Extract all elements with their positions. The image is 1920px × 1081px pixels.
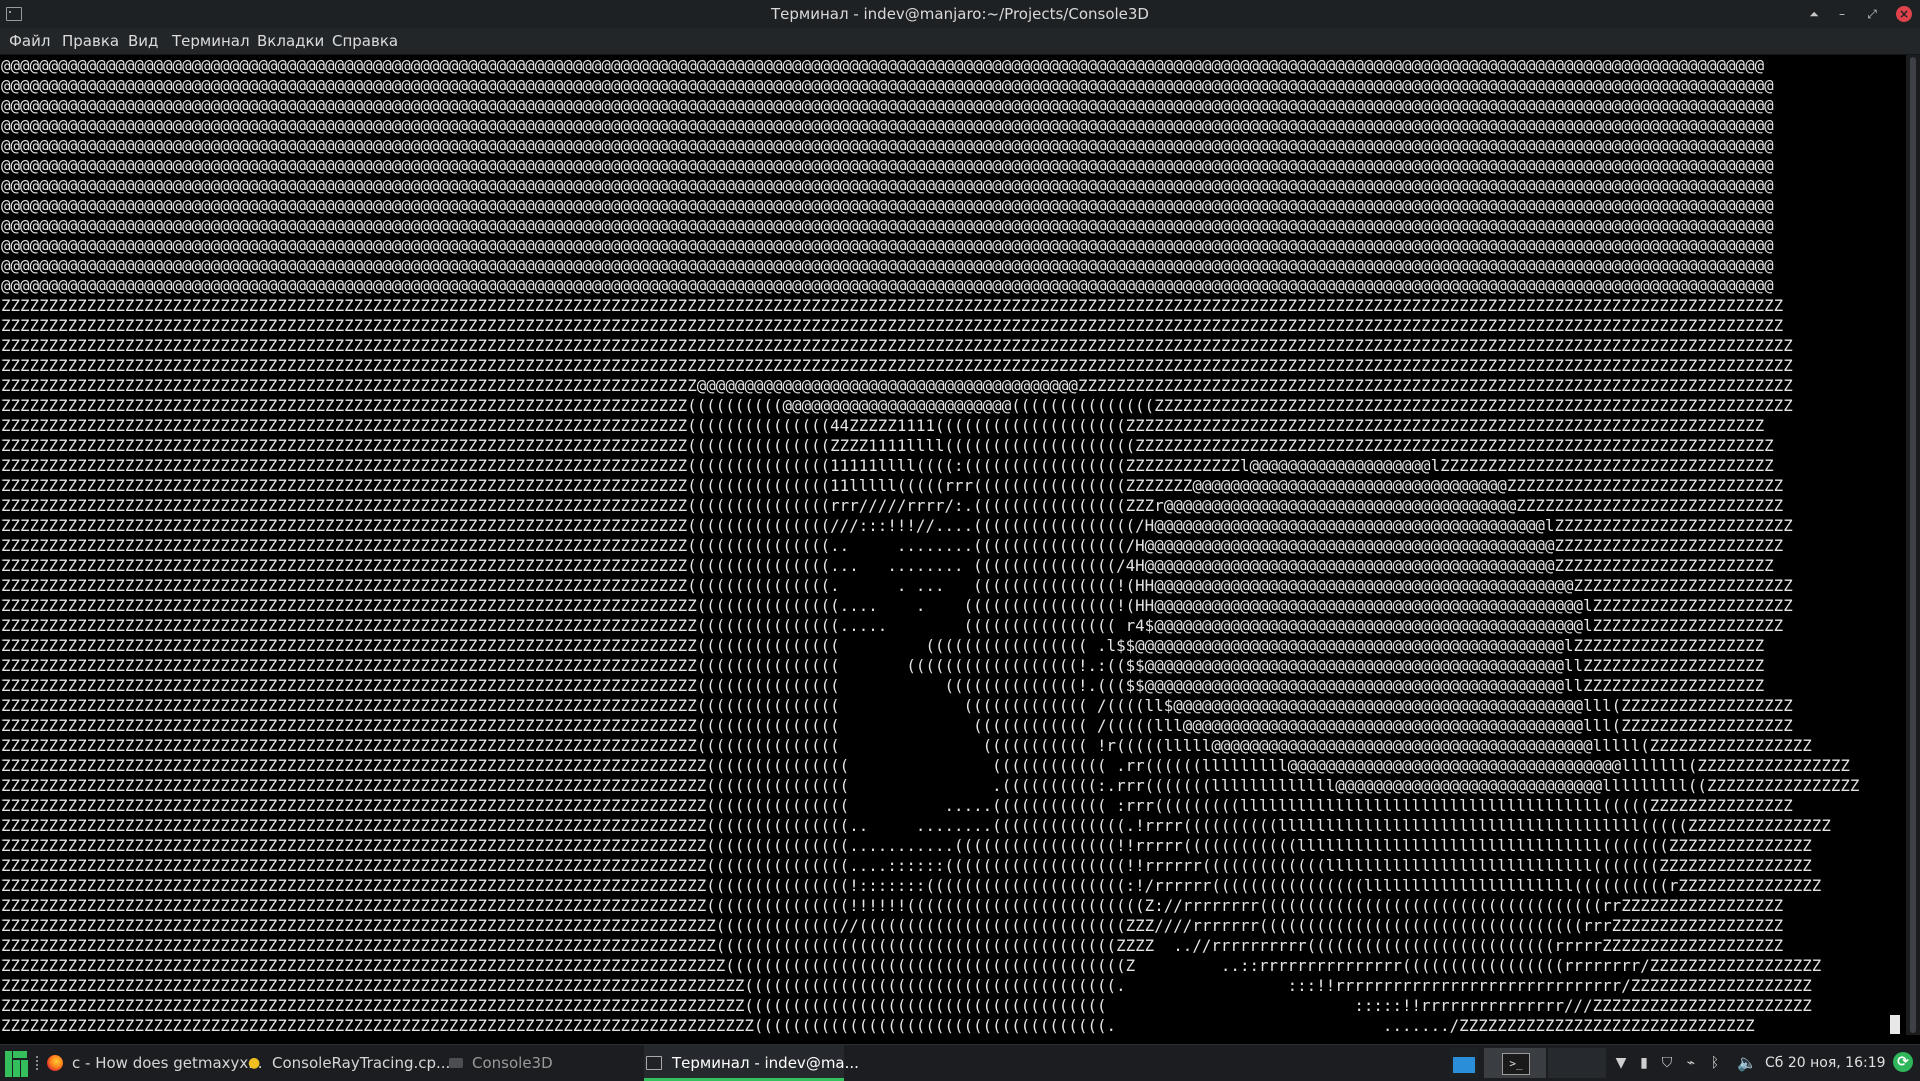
window-titlebar[interactable]: Терминал - indev@manjaro:~/Projects/Cons…: [0, 0, 1920, 28]
shield-icon[interactable]: ⛉: [1660, 1055, 1674, 1071]
terminal-text: @@@@@@@@@@@@@@@@@@@@@@@@@@@@@@@@@@@@@@@@…: [1, 56, 1860, 1035]
taskbar-separator: [36, 1056, 41, 1070]
bluetooth-icon[interactable]: ᛒ: [1708, 1055, 1722, 1071]
editor-icon: ●: [248, 1055, 261, 1071]
menu-file[interactable]: Файл: [9, 28, 50, 54]
taskbar: c - How does getmaxyx... ● ConsoleRayTra…: [0, 1044, 1920, 1081]
window-title: Терминал - indev@manjaro:~/Projects/Cons…: [770, 5, 1149, 23]
workspace-1[interactable]: [1450, 1048, 1478, 1078]
task-terminal[interactable]: Терминал - indev@ma...: [672, 1045, 859, 1081]
volume-icon[interactable]: 🔈: [1737, 1055, 1757, 1071]
network-icon[interactable]: ▼: [1614, 1055, 1628, 1071]
workspace-2[interactable]: >_: [1484, 1048, 1546, 1078]
update-icon[interactable]: ⟳: [1893, 1052, 1913, 1072]
menu-edit[interactable]: Правка: [62, 28, 119, 54]
terminal-output[interactable]: @@@@@@@@@@@@@@@@@@@@@@@@@@@@@@@@@@@@@@@@…: [0, 55, 1906, 1035]
task-firefox[interactable]: c - How does getmaxyx...: [72, 1045, 263, 1081]
minimize-button[interactable]: –: [1834, 6, 1850, 22]
firefox-icon: [47, 1055, 63, 1071]
menu-view[interactable]: Вид: [128, 28, 158, 54]
terminal-scrollbar[interactable]: [1906, 55, 1920, 1035]
manjaro-menu-icon[interactable]: [3, 1051, 29, 1077]
keep-above-button[interactable]: ⏶: [1806, 6, 1822, 22]
terminal-cursor: [1890, 1015, 1900, 1034]
task-file-manager[interactable]: Console3D: [472, 1045, 553, 1081]
folder-icon: [449, 1058, 463, 1068]
terminal-icon: [646, 1056, 662, 1070]
menu-bar: Файл Правка Вид Терминал Вкладки Справка: [0, 28, 1920, 55]
paperclip-icon[interactable]: ⌁: [1684, 1055, 1698, 1071]
battery-icon[interactable]: ▮: [1637, 1055, 1651, 1071]
menu-tabs[interactable]: Вкладки: [257, 28, 324, 54]
maximize-button[interactable]: ⤢: [1864, 6, 1880, 22]
workspace-3[interactable]: [1548, 1048, 1606, 1078]
menu-terminal[interactable]: Терминал: [172, 28, 250, 54]
close-button[interactable]: ×: [1896, 6, 1912, 22]
clock[interactable]: Сб 20 ноя, 16:19: [1765, 1045, 1886, 1081]
scrollbar-thumb[interactable]: [1910, 57, 1916, 1033]
menu-help[interactable]: Справка: [332, 28, 398, 54]
task-editor[interactable]: ConsoleRayTracing.cp...: [272, 1045, 450, 1081]
